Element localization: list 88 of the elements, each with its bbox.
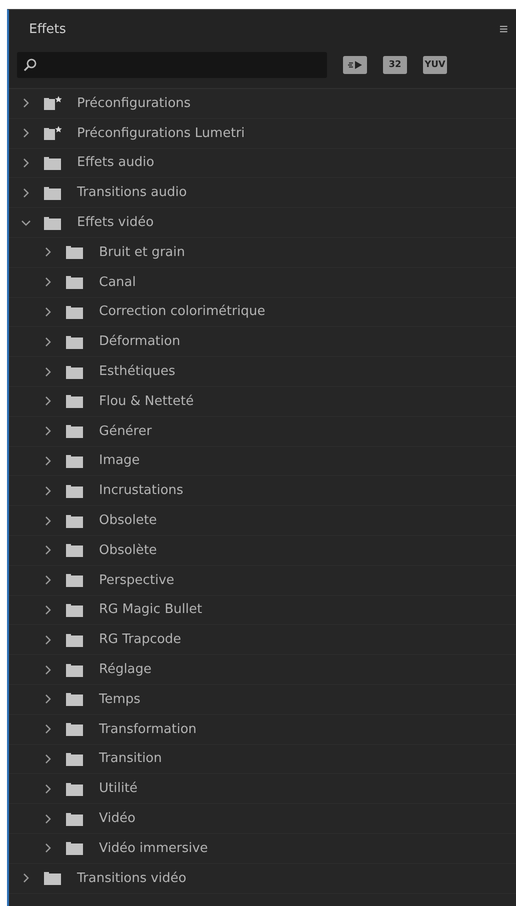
folder-icon [65,543,85,558]
search-icon [23,58,37,72]
tree-item[interactable]: Préconfigurations [77,96,191,111]
tree-item[interactable]: Transition [99,751,162,766]
tree-item[interactable]: Transformation [99,722,197,737]
folder-icon [65,752,85,766]
chevron-right-icon[interactable] [43,814,53,824]
tree-item[interactable]: Effets audio [77,155,154,170]
chevron-right-icon[interactable] [43,277,53,288]
tree-item[interactable]: Obsolète [99,542,157,558]
chevron-right-icon[interactable] [43,664,53,675]
folder-icon [65,424,85,438]
tree-item[interactable]: Image [99,453,140,468]
tree-item[interactable]: Perspective [99,572,174,588]
folder-icon [43,216,63,230]
panel-title: Effets [29,22,66,36]
chevron-right-icon[interactable] [43,247,53,258]
search-field[interactable] [17,52,327,78]
chevron-right-icon[interactable] [43,336,53,347]
folder-icon [65,782,85,796]
chevron-right-icon[interactable] [43,724,53,734]
folder-icon [65,304,85,319]
chevron-right-icon[interactable] [43,545,53,556]
folder-icon [65,662,85,677]
chevron-right-icon[interactable] [43,754,53,764]
play-icon [347,60,363,70]
filter-button[interactable]: 32 [383,56,407,74]
tree-item[interactable]: Déformation [99,334,180,350]
chevron-right-icon[interactable] [21,873,31,884]
chevron-right-icon[interactable] [43,366,53,377]
tree-item[interactable]: Effets vidéo [77,215,154,230]
chevron-right-icon[interactable] [43,604,53,615]
tree-item[interactable]: Générer [99,424,152,439]
tree-item[interactable]: Transitions vidéo [77,870,186,886]
tree-item[interactable]: Bruit et grain [99,244,185,260]
tree-item[interactable]: Utilité [99,781,138,796]
chevron-right-icon[interactable] [21,188,31,198]
chevron-right-icon[interactable] [43,784,53,794]
folder-icon [65,841,85,856]
folder-icon [65,812,85,826]
chevron-right-icon[interactable] [43,456,53,466]
tree-item[interactable]: Réglage [99,662,152,678]
tree-item[interactable]: Obsolete [99,513,157,528]
tree-item[interactable]: Temps [99,692,140,707]
chevron-right-icon[interactable] [21,98,31,108]
tree-item[interactable]: Vidéo immersive [99,840,208,856]
tree-item[interactable]: Correction colorimétrique [99,304,266,320]
chevron-right-icon[interactable] [43,694,53,704]
folder-icon [65,632,85,647]
folder-icon [65,454,85,468]
folder-icon [65,602,85,617]
chevron-right-icon[interactable] [43,306,53,317]
folder-icon [65,484,85,498]
folder-icon [43,156,63,170]
chevron-right-icon[interactable] [43,634,53,645]
chevron-right-icon[interactable] [43,575,53,586]
tree-item[interactable]: Préconfigurations Lumetri [77,126,245,141]
folder-icon [65,514,85,528]
chevron-right-icon[interactable] [43,843,53,854]
folder-icon [65,722,85,736]
tree-item[interactable]: Incrustations [99,483,184,498]
tree-item[interactable]: Canal [99,274,136,290]
folder-star-icon [43,126,63,140]
folder-icon [65,245,85,260]
chevron-down-icon[interactable] [21,218,31,228]
chevron-right-icon[interactable] [43,486,53,496]
tree-item[interactable]: RG Magic Bullet [99,602,202,618]
chevron-right-icon[interactable] [43,516,53,526]
accelerated-effects-button[interactable] [343,56,367,74]
folder-icon [43,871,63,886]
tree-item[interactable]: Transitions audio [77,185,187,200]
folder-star-icon [43,96,63,110]
folder-icon [43,186,63,200]
tree-item[interactable]: Vidéo [99,811,136,826]
chevron-right-icon[interactable] [43,426,53,436]
folder-icon [65,692,85,706]
filter-button[interactable]: YUV [423,56,447,74]
folder-icon [65,364,85,379]
folder-icon [65,573,85,588]
folder-icon [65,275,85,290]
folder-icon [65,394,85,408]
tree-item[interactable]: RG Trapcode [99,632,182,648]
chevron-right-icon[interactable] [43,396,53,406]
chevron-right-icon[interactable] [21,128,31,138]
tree-item[interactable]: Flou & Netteté [99,394,194,409]
chevron-right-icon[interactable] [21,158,31,168]
tree-item[interactable]: Esthétiques [99,364,176,380]
folder-icon [65,334,85,349]
